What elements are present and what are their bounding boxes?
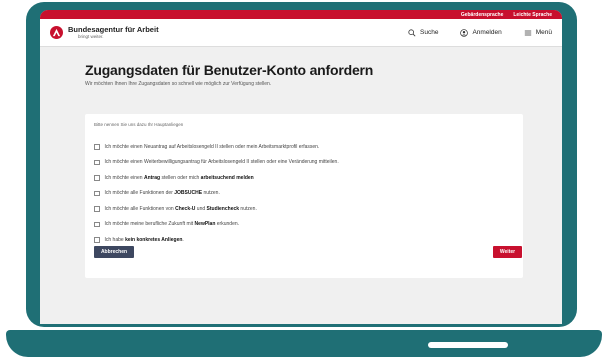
option-checkbox[interactable] [94,175,100,181]
page-title: Zugangsdaten für Benutzer-Konto anforder… [85,62,374,78]
main-content: Zugangsdaten für Benutzer-Konto anforder… [40,47,562,324]
browser-screen: Gebärdensprache Leichte Sprache Bundesag… [40,10,562,324]
laptop-base [6,330,602,357]
menu-button[interactable]: Menü [524,29,552,37]
option-item[interactable]: Ich möchte einen Neuantrag auf Arbeitslo… [94,139,339,155]
laptop-notch [428,342,508,348]
brand-tagline: bringt weiter. [78,33,104,39]
option-checkbox[interactable] [94,221,100,227]
sign-language-link[interactable]: Gebärdensprache [461,12,504,18]
accessibility-bar: Gebärdensprache Leichte Sprache [40,10,562,19]
next-button[interactable]: Weiter [493,246,522,258]
cancel-button[interactable]: Abbrechen [94,246,134,258]
form-hint: Bitte nennen Sie uns dazu Ihr Hauptanlie… [94,122,184,127]
option-label: Ich möchte meine berufliche Zukunft mit … [104,221,240,228]
option-label: Ich möchte einen Neuantrag auf Arbeitslo… [104,143,320,150]
option-label: Ich möchte einen Weiterbewilligungsantra… [104,159,339,166]
option-checkbox[interactable] [94,144,100,150]
brand-block[interactable]: Bundesagentur für Arbeit bringt weiter. [68,26,159,39]
option-checkbox[interactable] [94,237,100,243]
option-checkbox[interactable] [94,206,100,212]
option-item[interactable]: Ich möchte meine berufliche Zukunft mit … [94,217,339,233]
menu-label: Menü [535,29,552,36]
option-label: Ich habe kein konkretes Anliegen. [104,236,184,243]
easy-language-link[interactable]: Leichte Sprache [513,12,552,18]
login-button[interactable]: Anmelden [460,28,502,37]
search-label: Suche [420,29,439,36]
login-label: Anmelden [472,29,502,36]
site-header: Bundesagentur für Arbeit bringt weiter. … [40,19,562,47]
option-item[interactable]: Ich möchte einen Weiterbewilligungsantra… [94,155,339,171]
option-item[interactable]: Ich möchte einen Antrag stellen oder mic… [94,170,339,186]
brand-name: Bundesagentur für Arbeit [68,25,159,34]
option-checkbox[interactable] [94,190,100,196]
user-circle-icon [460,28,469,37]
option-checkbox[interactable] [94,159,100,165]
option-label: Ich möchte alle Funktionen von Check-U u… [104,205,257,212]
option-list: Ich möchte einen Neuantrag auf Arbeitslo… [94,139,339,248]
option-label: Ich möchte alle Funktionen der JOBSUCHE … [104,190,220,197]
request-form-card: Bitte nennen Sie uns dazu Ihr Hauptanlie… [85,114,523,278]
header-nav: Suche Anmelden Menü [408,28,552,37]
laptop-frame: Gebärdensprache Leichte Sprache Bundesag… [26,2,577,327]
page-intro: Wir möchten Ihnen Ihre Zugangsdaten so s… [85,81,272,87]
ba-logo-icon[interactable] [50,26,63,39]
option-item[interactable]: Ich möchte alle Funktionen von Check-U u… [94,201,339,217]
search-icon [408,28,416,36]
option-label: Ich möchte einen Antrag stellen oder mic… [104,174,254,181]
search-button[interactable]: Suche [408,28,439,37]
hamburger-menu-icon [524,30,531,35]
option-item[interactable]: Ich möchte alle Funktionen der JOBSUCHE … [94,186,339,202]
